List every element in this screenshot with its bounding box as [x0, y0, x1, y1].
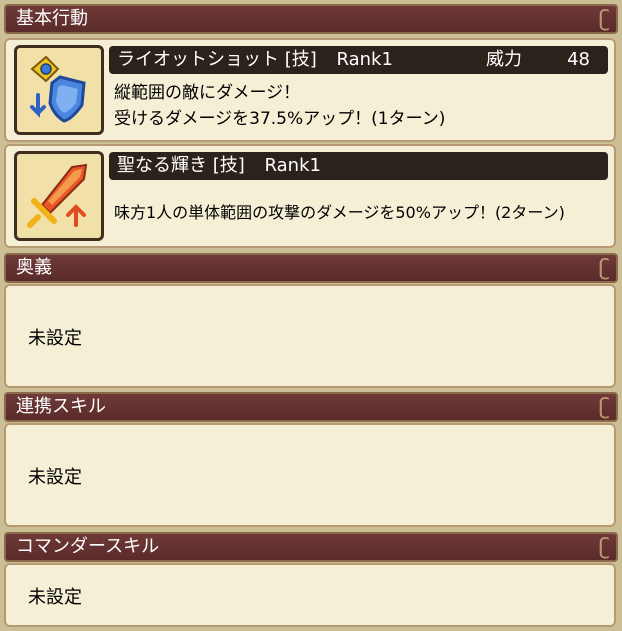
- section-header-commander: コマンダースキル ʗ: [4, 532, 618, 562]
- section-header-basic-action: 基本行動 ʗ: [4, 4, 618, 34]
- unset-label: 未設定: [28, 328, 82, 349]
- section-header-ougi: 奥義 ʗ: [4, 253, 618, 283]
- section-title: コマンダースキル: [16, 536, 160, 557]
- unset-label: 未設定: [28, 587, 82, 608]
- section-title: 奥義: [16, 257, 52, 278]
- skill-name: 聖なる輝き [技]: [117, 155, 245, 176]
- section-header-renkei: 連携スキル ʗ: [4, 392, 618, 422]
- ougi-slot[interactable]: 未設定: [4, 284, 616, 388]
- power-value: 48: [567, 49, 590, 70]
- skill-desc-line: 受けるダメージを37.5%アップ！(1ターン): [114, 109, 446, 129]
- section-title: 基本行動: [16, 8, 88, 29]
- skill-description: 縦範囲の敵にダメージ！ 受けるダメージを37.5%アップ！(1ターン): [114, 80, 445, 132]
- curl-ornament-icon: ʗ: [598, 256, 610, 281]
- power-label: 威力: [486, 49, 522, 70]
- skill-card[interactable]: ライオットショット [技] Rank1 威力 48 縦範囲の敵にダメージ！ 受け…: [4, 38, 616, 142]
- curl-ornament-icon: ʗ: [598, 395, 610, 420]
- skill-desc-line: 縦範囲の敵にダメージ！: [114, 83, 301, 103]
- skill-card[interactable]: 聖なる輝き [技] Rank1 味方1人の単体範囲の攻撃のダメージを50%アップ…: [4, 144, 616, 248]
- skill-rank: Rank1: [336, 49, 393, 70]
- skill-title-bar: 聖なる輝き [技] Rank1: [109, 152, 608, 180]
- unset-label: 未設定: [28, 467, 82, 488]
- sword-up-icon: [14, 151, 104, 241]
- curl-ornament-icon: ʗ: [598, 535, 610, 560]
- skill-name: ライオットショット [技]: [117, 49, 317, 70]
- renkei-slot[interactable]: 未設定: [4, 423, 616, 527]
- skill-description: 味方1人の単体範囲の攻撃のダメージを50%アップ！(2ターン): [114, 200, 565, 226]
- shield-down-icon: [14, 45, 104, 135]
- skill-rank: Rank1: [264, 155, 321, 176]
- commander-slot[interactable]: 未設定: [4, 563, 616, 627]
- skill-title-bar: ライオットショット [技] Rank1 威力 48: [109, 46, 608, 74]
- section-title: 連携スキル: [16, 396, 106, 417]
- curl-ornament-icon: ʗ: [598, 7, 610, 32]
- skill-desc-line: 味方1人の単体範囲の攻撃のダメージを50%アップ！(2ターン): [114, 203, 565, 222]
